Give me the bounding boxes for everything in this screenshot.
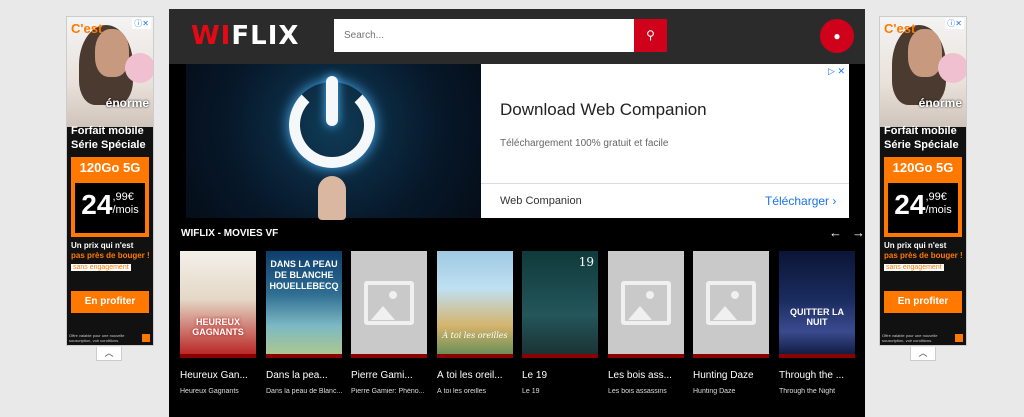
- power-button-image: [186, 64, 481, 220]
- movie-poster-placeholder[interactable]: [351, 251, 427, 358]
- movie-poster[interactable]: HEUREUX GAGNANTS: [180, 251, 256, 358]
- ad-sans-engagement: sans engagement: [884, 264, 944, 271]
- banner-download-button[interactable]: Télécharger ›: [765, 194, 836, 208]
- orange-logo-icon: [142, 334, 150, 342]
- ad-info-icon[interactable]: ⓘ✕: [132, 18, 151, 29]
- ad-cta-button[interactable]: En profiter: [884, 291, 962, 313]
- banner-subtitle: Téléchargement 100% gratuit et facile: [500, 138, 669, 149]
- ad-cest-text: C'est: [884, 21, 916, 36]
- ad-legal: Offre valable pour une nouvelle souscrip…: [882, 333, 938, 343]
- search-button[interactable]: ⚲: [634, 19, 667, 52]
- movie-card[interactable]: DANS LA PEAU DE BLANCHE HOUELLEBECQ Dans…: [266, 251, 342, 395]
- ad-cest-text: C'est: [71, 21, 103, 36]
- movie-subtitle: Le 19: [522, 388, 540, 395]
- movie-subtitle: Les bois assassins: [608, 388, 667, 395]
- movie-subtitle: Through the Night: [779, 388, 836, 395]
- movie-title[interactable]: Le 19: [522, 370, 598, 381]
- ad-enorme-text: énorme: [918, 96, 962, 110]
- ad-sans-engagement: sans engagement: [71, 264, 131, 271]
- movie-card[interactable]: À toi les oreilles À toi les oreil... À …: [437, 251, 513, 395]
- carousel-arrows: ← →: [819, 225, 865, 240]
- ad-cta-button[interactable]: En profiter: [71, 291, 149, 313]
- ad-price: 24,99€/mois: [71, 179, 149, 237]
- movie-carousel: HEUREUX GAGNANTS Heureux Gan... Heureux …: [180, 251, 860, 411]
- movie-title[interactable]: Heureux Gan...: [180, 370, 256, 381]
- banner-brand: Web Companion: [500, 195, 582, 207]
- user-account-button[interactable]: ●: [820, 19, 854, 53]
- movie-card[interactable]: Hunting Daze Hunting Daze: [693, 251, 769, 395]
- movie-poster-placeholder[interactable]: [693, 251, 769, 358]
- chevron-right-icon: ›: [832, 194, 837, 208]
- movie-card[interactable]: QUITTER LA NUIT Through the ... Through …: [779, 251, 855, 395]
- search-icon: ⚲: [646, 28, 655, 42]
- movie-subtitle: Heureux Gagnants: [180, 388, 239, 395]
- movie-card[interactable]: HEUREUX GAGNANTS Heureux Gan... Heureux …: [180, 251, 256, 395]
- movie-poster-placeholder[interactable]: [608, 251, 684, 358]
- ad-forfait: Forfait mobile Série Spéciale: [884, 125, 959, 151]
- movie-subtitle: Pierre Gamier: Phéno...: [351, 388, 425, 395]
- left-side-ad[interactable]: ⓘ✕ C'est énorme Forfait mobile Série Spé…: [66, 16, 154, 346]
- right-side-ad[interactable]: ⓘ✕ C'est énorme Forfait mobile Série Spé…: [879, 16, 967, 346]
- ad-price: 24,99€/mois: [884, 179, 962, 237]
- ad-data-badge: 120Go 5G: [884, 157, 962, 179]
- ad-data-badge: 120Go 5G: [71, 157, 149, 179]
- movie-title[interactable]: À toi les oreil...: [437, 370, 513, 381]
- web-companion-ad-banner[interactable]: ▷ ✕ Download Web Companion Téléchargemen…: [186, 64, 849, 220]
- movie-poster[interactable]: DANS LA PEAU DE BLANCHE HOUELLEBECQ: [266, 251, 342, 358]
- orange-logo-icon: [955, 334, 963, 342]
- movie-poster[interactable]: 19: [522, 251, 598, 358]
- main-panel: WIFLIX ⚲ ● ▷ ✕ Download Web Companion Té…: [169, 9, 865, 417]
- ad-close-icon[interactable]: ▷ ✕: [828, 66, 845, 77]
- banner-title[interactable]: Download Web Companion: [500, 100, 707, 120]
- banner-divider: [481, 183, 849, 184]
- movie-title[interactable]: Les bois ass...: [608, 370, 684, 381]
- movie-poster[interactable]: QUITTER LA NUIT: [779, 251, 855, 358]
- ad-info-icon[interactable]: ⓘ✕: [945, 18, 964, 29]
- site-logo[interactable]: WIFLIX: [191, 21, 299, 51]
- movie-subtitle: Dans la peau de Blanc...: [266, 388, 342, 395]
- movie-card[interactable]: 19 Le 19 Le 19: [522, 251, 598, 395]
- ad-prix-text: Un prix qui n'est pas près de bouger !: [71, 241, 150, 260]
- movie-subtitle: Hunting Daze: [693, 388, 736, 395]
- ad-legal: Offre valable pour une nouvelle souscrip…: [69, 333, 125, 343]
- movie-poster[interactable]: À toi les oreilles: [437, 251, 513, 358]
- ad-enorme-text: énorme: [105, 96, 149, 110]
- arrow-left-icon[interactable]: ←: [829, 225, 842, 240]
- movie-title[interactable]: Hunting Daze: [693, 370, 769, 381]
- section-title: WIFLIX - MOVIES VF: [181, 228, 279, 239]
- movie-title[interactable]: Through the ...: [779, 370, 855, 381]
- movie-title[interactable]: Pierre Gami...: [351, 370, 427, 381]
- movie-card[interactable]: Pierre Gami... Pierre Gamier: Phéno...: [351, 251, 427, 395]
- movie-card[interactable]: Les bois ass... Les bois assassins: [608, 251, 684, 395]
- movie-title[interactable]: Dans la pea...: [266, 370, 342, 381]
- collapse-right-ad-button[interactable]: ︿: [910, 347, 936, 361]
- ad-forfait: Forfait mobile Série Spéciale: [71, 125, 146, 151]
- collapse-left-ad-button[interactable]: ︿: [96, 347, 122, 361]
- ad-prix-text: Un prix qui n'est pas près de bouger !: [884, 241, 963, 260]
- search-input[interactable]: [334, 19, 634, 52]
- user-icon: ●: [833, 29, 841, 43]
- movie-subtitle: À toi les oreilles: [437, 388, 487, 395]
- site-header: WIFLIX ⚲ ●: [169, 9, 865, 64]
- arrow-right-icon[interactable]: →: [852, 225, 865, 240]
